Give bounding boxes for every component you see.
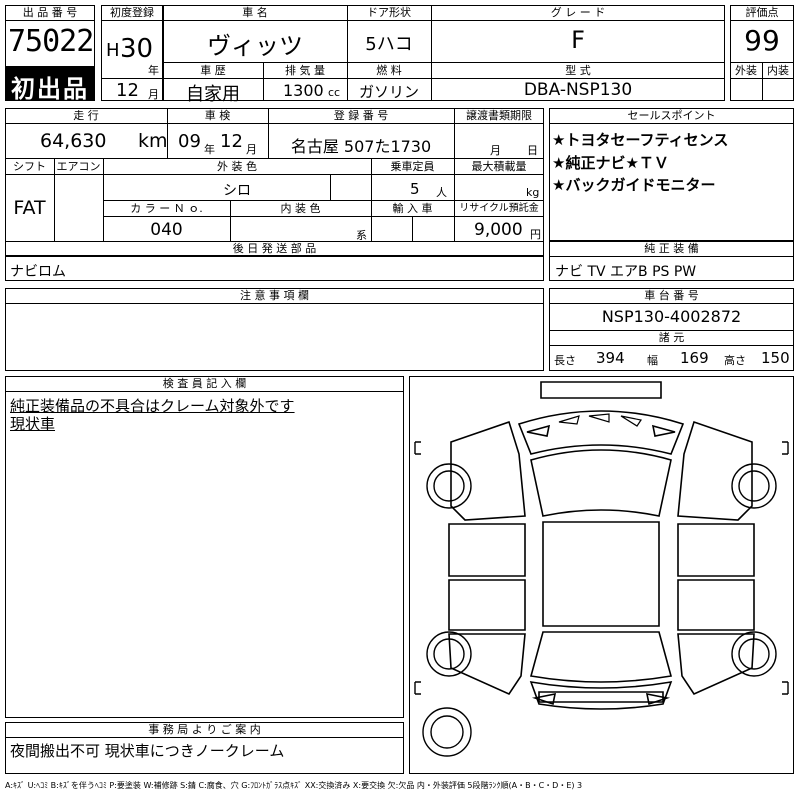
mileage-header: 走 行 [73, 109, 99, 122]
specs-height-label: 高さ [724, 354, 746, 367]
mileage-value: 64,630 [40, 130, 107, 152]
first-listing-badge-text: 初出品 [11, 75, 89, 103]
fuel-value: ガソリン [358, 83, 419, 101]
capacity-unit: 人 [436, 186, 447, 199]
inspector-header: 検 査 員 記 入 欄 [162, 377, 247, 390]
later-parts-header: 後 日 発 送 部 品 [232, 242, 317, 255]
transfer-day-unit: 日 [527, 144, 538, 157]
grade-value: F [571, 26, 585, 54]
import-header: 輸 入 車 [392, 202, 433, 215]
capacity-value: 5 [410, 180, 420, 198]
recycle-unit: 円 [530, 228, 541, 241]
genuine-equipment-header: 純 正 装 備 [644, 242, 699, 255]
fuel-header: 燃 料 [376, 64, 402, 77]
first-reg-year-unit: 年 [148, 64, 159, 77]
shift-header: シフト [13, 160, 46, 173]
mileage-unit: km [138, 130, 168, 152]
notes-header: 注 意 事 項 欄 [240, 289, 309, 302]
damage-legend: A:ｷｽﾞ U:ﾍｺﾐ B:ｷｽﾞを伴うﾍｺﾐ P:要塗装 W:補修跡 S:錆 … [5, 781, 583, 790]
sales-points-header: セールスポイント [627, 109, 716, 122]
specs-header: 諸 元 [658, 331, 685, 344]
max-load-header: 最大積載量 [471, 160, 527, 173]
score-header: 評価点 [745, 6, 779, 19]
recycle-value: 9,000 [474, 220, 523, 240]
first-reg-year: 30 [120, 34, 154, 64]
capacity-header: 乗車定員 [390, 160, 435, 173]
chassis-header: 車 台 番 号 [644, 289, 699, 302]
lot-number: 75022 [8, 24, 94, 59]
first-reg-month: 12 [116, 80, 139, 101]
specs-width-value: 169 [680, 349, 709, 367]
transfer-header: 譲渡書類期限 [466, 109, 532, 122]
history-header: 車 歴 [200, 64, 226, 77]
office-header: 事 務 局 よ り ご 案 内 [148, 723, 261, 736]
inspection-year-unit: 年 [204, 143, 215, 156]
car-name-header: 車 名 [242, 6, 268, 19]
first-reg-era: H [106, 40, 120, 61]
inspection-header: 車 検 [204, 109, 231, 122]
inspection-year: 09 [178, 131, 201, 152]
inspector-box [5, 376, 404, 718]
later-parts-box [5, 256, 544, 281]
first-reg-header: 初度登録 [110, 6, 154, 19]
history-value: 自家用 [186, 84, 240, 105]
inspection-month: 12 [220, 131, 243, 152]
grade-header: グ レ ー ド [550, 6, 606, 19]
specs-length-value: 394 [596, 349, 625, 367]
transfer-month-unit: 月 [490, 144, 501, 157]
displacement-header: 排 気 量 [285, 64, 325, 77]
specs-width-label: 幅 [647, 354, 658, 367]
displacement-unit: cc [328, 86, 341, 99]
sales-point-3: ★バックガイドモニター [552, 176, 716, 194]
specs-length-label: 長さ [554, 354, 576, 367]
interior-color-unit: 系 [356, 229, 367, 242]
exterior-color-header: 外 装 色 [217, 160, 257, 173]
model-value: DBA-NSP130 [523, 80, 633, 100]
door-header: ドア形状 [367, 6, 411, 19]
genuine-equipment-value: ナビ TV エアB PS PW [555, 264, 697, 280]
office-value: 夜間搬出不可 現状車につきノークレーム [10, 742, 285, 760]
exterior-color-value: シロ [223, 183, 251, 199]
chassis-value: NSP130-4002872 [601, 307, 742, 326]
score-interior-label: 内装 [767, 64, 789, 77]
shift-value: FAT [13, 197, 46, 219]
score-value: 99 [744, 24, 780, 57]
later-parts-value: ナビロム [10, 264, 66, 280]
sales-point-1: ★トヨタセーフティセンス [552, 131, 729, 149]
sales-point-2: ★純正ナビ★ＴＶ [552, 154, 669, 172]
inspection-month-unit: 月 [246, 143, 257, 156]
inspector-line-2: 現状車 [10, 415, 56, 433]
specs-height-value: 150 [761, 349, 790, 367]
max-load-unit: kg [526, 186, 540, 199]
car-name-value: ヴィッツ [207, 32, 303, 60]
color-no-header: カ ラ ー Ｎ ｏ. [130, 202, 203, 215]
score-exterior-label: 外装 [735, 64, 757, 77]
lot-header: 出 品 番 号 [22, 6, 78, 19]
recycle-header: リサイクル預託金 [459, 203, 539, 214]
aircon-header: エアコン [56, 160, 101, 173]
registration-header: 登 録 番 号 [333, 109, 389, 122]
car-body-diagram [414, 381, 789, 757]
model-header: 型 式 [565, 64, 591, 77]
color-no-value: 040 [150, 220, 183, 240]
registration-value: 名古屋 507た1730 [290, 137, 432, 156]
door-value: 5ハコ [365, 34, 413, 55]
first-reg-month-unit: 月 [148, 88, 159, 101]
displacement-value: 1300 [283, 81, 324, 100]
interior-color-header: 内 装 色 [280, 202, 321, 215]
